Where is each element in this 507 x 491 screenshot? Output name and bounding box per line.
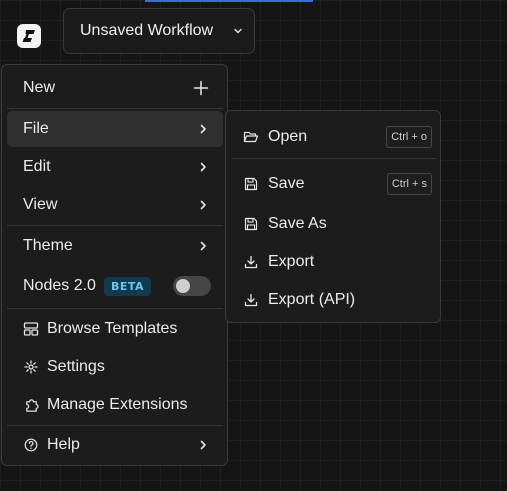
menu-item-nodes-2[interactable]: Nodes 2.0 BETA <box>7 268 223 304</box>
menu-item-file[interactable]: File <box>7 111 223 147</box>
menu-item-edit-label: Edit <box>23 158 51 175</box>
floppy-disk-icon <box>243 176 259 192</box>
menu-divider <box>7 108 223 109</box>
menu-item-view-label: View <box>23 196 58 213</box>
chevron-right-icon <box>197 439 209 451</box>
help-circle-icon <box>23 437 39 453</box>
submenu-item-save-label: Save <box>268 175 305 192</box>
chevron-right-icon <box>197 161 209 173</box>
tab-accent-bar <box>145 0 313 2</box>
menu-item-new[interactable]: New <box>7 70 223 106</box>
menu-item-help-label: Help <box>47 436 80 453</box>
floppy-disk-icon <box>243 216 259 232</box>
chevron-right-icon <box>197 240 209 252</box>
submenu-item-save-as[interactable]: Save As <box>232 206 434 242</box>
puzzle-icon <box>23 397 39 413</box>
chevron-down-icon <box>232 25 244 37</box>
menu-item-browse-templates[interactable]: Browse Templates <box>7 311 223 347</box>
download-icon <box>243 254 259 270</box>
comfy-logo-icon <box>17 24 41 48</box>
menu-item-edit[interactable]: Edit <box>7 149 223 185</box>
toggle-knob <box>176 279 190 293</box>
save-shortcut: Ctrl + s <box>386 173 432 195</box>
menu-item-manage-extensions-label: Manage Extensions <box>47 396 188 413</box>
menu-item-nodes-label: Nodes 2.0 <box>23 277 96 294</box>
plus-icon <box>193 80 209 96</box>
submenu-item-export-api[interactable]: Export (API) <box>232 282 434 318</box>
menu-item-manage-extensions[interactable]: Manage Extensions <box>7 387 223 423</box>
nodes-2-toggle[interactable] <box>173 276 211 296</box>
menu-item-new-label: New <box>23 79 56 96</box>
workflow-selector-button[interactable]: Unsaved Workflow <box>63 8 255 54</box>
submenu-divider <box>232 158 436 159</box>
download-icon <box>243 292 259 308</box>
menu-item-theme-label: Theme <box>23 237 73 254</box>
file-submenu: Open Ctrl + o Save Ctrl + s Save As Expo… <box>225 110 441 323</box>
graph-canvas[interactable]: Unsaved Workflow New File Edit View Them… <box>0 0 507 491</box>
menu-divider <box>7 425 223 426</box>
submenu-item-save-as-label: Save As <box>268 215 327 232</box>
beta-badge: BETA <box>103 276 151 296</box>
app-logo-button[interactable] <box>2 8 56 64</box>
menu-item-help[interactable]: Help <box>7 427 223 463</box>
templates-icon <box>23 321 39 337</box>
menu-divider <box>7 308 223 309</box>
open-shortcut: Ctrl + o <box>386 126 432 148</box>
chevron-right-icon <box>197 123 209 135</box>
submenu-item-export-label: Export <box>268 253 315 270</box>
chevron-right-icon <box>197 199 209 211</box>
main-menu: New File Edit View Theme Nodes 2.0 BETA … <box>1 64 228 466</box>
menu-item-view[interactable]: View <box>7 187 223 223</box>
menu-item-settings-label: Settings <box>47 358 105 375</box>
menu-item-theme[interactable]: Theme <box>7 228 223 264</box>
folder-open-icon <box>243 129 259 145</box>
menu-item-file-label: File <box>23 120 49 137</box>
submenu-item-export-api-label: Export (API) <box>268 291 356 308</box>
submenu-item-export[interactable]: Export <box>232 244 434 280</box>
submenu-item-open-label: Open <box>268 128 308 145</box>
workflow-title: Unsaved Workflow <box>80 22 214 39</box>
submenu-item-open[interactable]: Open Ctrl + o <box>232 119 434 155</box>
menu-divider <box>7 225 223 226</box>
menu-item-browse-templates-label: Browse Templates <box>47 320 178 337</box>
menu-item-settings[interactable]: Settings <box>7 349 223 385</box>
gear-icon <box>23 359 39 375</box>
submenu-item-save[interactable]: Save Ctrl + s <box>232 166 434 202</box>
